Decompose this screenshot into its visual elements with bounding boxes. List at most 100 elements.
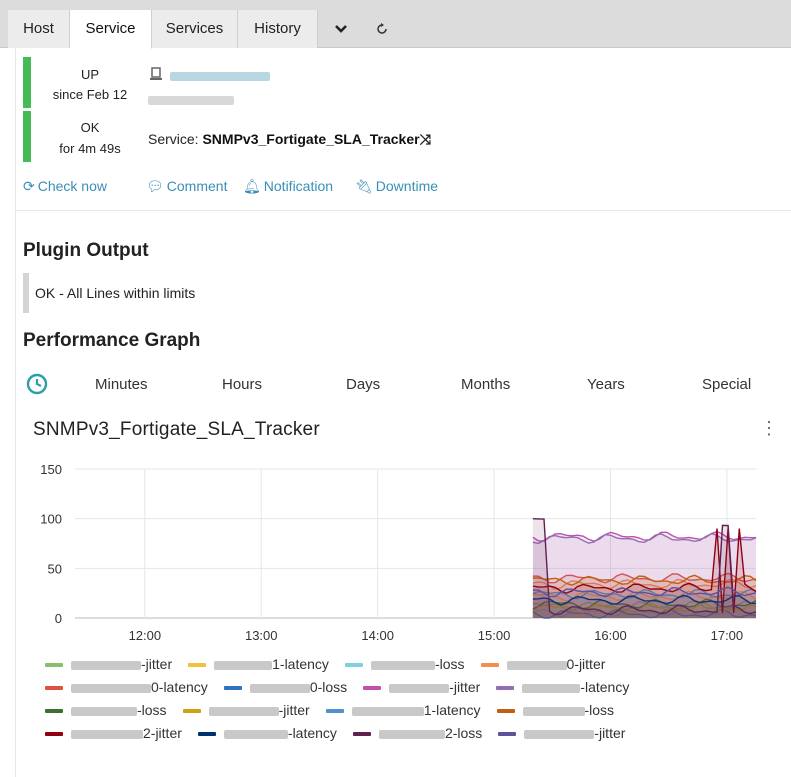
comment-label: Comment (166, 178, 228, 194)
legend-item[interactable]: 1-latency (188, 656, 329, 672)
legend-name-redacted (389, 683, 450, 693)
legend-item[interactable]: -loss (45, 702, 167, 718)
legend-label: -jitter (278, 702, 310, 718)
x-tick-label: 13:00 (245, 628, 278, 643)
chart-title: SNMPv3_Fortigate_SLA_Tracker (33, 419, 320, 440)
y-tick-label: 150 (40, 462, 62, 477)
x-tick-label: 14:00 (361, 628, 394, 643)
range-years[interactable]: Years (587, 376, 625, 393)
y-tick-label: 100 (40, 512, 62, 527)
clock-icon[interactable] (26, 373, 48, 395)
tab-history[interactable]: History (238, 10, 318, 48)
legend-label: 0-loss (309, 679, 348, 695)
plug-icon: 🔌︎ (355, 178, 373, 194)
legend-item[interactable]: -loss (496, 702, 615, 718)
notification-button[interactable]: 🔔︎ Notification (243, 178, 333, 195)
shuffle-icon[interactable]: ⤨ (420, 131, 431, 147)
service-prefix: Service: (148, 131, 199, 147)
legend-label: -loss (434, 656, 465, 672)
host-icon (150, 67, 162, 84)
legend-item[interactable]: -loss (344, 656, 465, 672)
y-tick-label: 50 (48, 561, 62, 576)
legend-label: 1-latency (272, 656, 329, 672)
legend-label: -loss (137, 702, 167, 718)
legend-label: 2-loss (444, 725, 483, 741)
legend-swatch (182, 709, 201, 714)
legend-label: 2-jitter (143, 725, 182, 741)
x-tick-label: 16:00 (594, 628, 627, 643)
downtime-label: Downtime (375, 178, 439, 194)
host-state-since: since Feb 12 (52, 87, 128, 102)
range-special[interactable]: Special (702, 376, 751, 393)
range-hours[interactable]: Hours (222, 376, 262, 393)
legend-swatch (45, 732, 63, 737)
legend-item[interactable]: 1-latency (325, 702, 481, 718)
legend-name-redacted (506, 660, 567, 670)
legend-swatch (325, 709, 344, 714)
downtime-button[interactable]: 🔌︎ Downtime (355, 178, 438, 195)
legend-label: -latency (580, 679, 630, 695)
comment-button[interactable]: 💬︎ Comment (146, 178, 227, 195)
legend-swatch (45, 686, 63, 691)
legend-item[interactable]: -jitter (45, 656, 172, 672)
legend-label: -jitter (449, 679, 481, 695)
legend-item[interactable]: -jitter (363, 679, 480, 695)
legend-name-redacted (214, 660, 273, 670)
legend-item[interactable]: 2-jitter (45, 725, 182, 741)
host-name-redacted[interactable] (170, 68, 270, 86)
x-tick-label: 15:00 (478, 628, 511, 643)
tab-services[interactable]: Services (152, 10, 238, 48)
notification-label: Notification (263, 178, 334, 194)
legend-swatch (496, 686, 515, 691)
chevron-down-icon[interactable] (321, 10, 361, 48)
legend-name-redacted (378, 729, 445, 739)
left-border (15, 48, 16, 777)
plugin-output-text: OK - All Lines within limits (23, 273, 353, 313)
tab-bar: Host Service Services History (0, 0, 791, 49)
legend-name-redacted (71, 683, 151, 693)
legend-name-redacted (71, 660, 141, 670)
legend-item[interactable]: 0-latency (45, 679, 208, 695)
refresh-icon[interactable] (362, 10, 402, 48)
legend-name-redacted (370, 660, 435, 670)
service-state-duration: for 4m 49s (59, 141, 121, 156)
range-days[interactable]: Days (346, 376, 380, 393)
more-options-icon[interactable]: ⋮ (760, 418, 778, 439)
refresh-icon: ⟳ (23, 178, 35, 194)
legend-name-redacted (351, 706, 424, 716)
service-name[interactable]: SNMPv3_Fortigate_SLA_Tracker (202, 131, 419, 147)
legend-label: -loss (584, 702, 615, 718)
check-now-button[interactable]: ⟳ Check now (23, 178, 107, 195)
service-line: Service: SNMPv3_Fortigate_SLA_Tracker⤨ (148, 131, 431, 148)
performance-chart: 0 50 100 150 12:00 13:00 14:00 15:00 16:00 17:00 (40, 462, 757, 643)
legend-swatch (45, 709, 63, 714)
range-minutes[interactable]: Minutes (95, 376, 148, 393)
legend-row: 2-jitter -latency 2-loss -jitter (45, 725, 641, 741)
legend-swatch (197, 732, 216, 737)
legend-label: 1-latency (423, 702, 481, 718)
comment-icon: 💬︎ (146, 178, 164, 194)
legend-item[interactable]: -jitter (182, 702, 310, 718)
host-state-label: UP (80, 67, 100, 82)
legend-item[interactable]: -latency (197, 725, 337, 741)
legend-item[interactable]: -latency (496, 679, 629, 695)
legend-label: 0-jitter (566, 656, 606, 672)
legend-label: -jitter (594, 725, 626, 741)
range-months[interactable]: Months (461, 376, 510, 393)
check-now-label: Check now (37, 178, 107, 194)
legend-label: -jitter (141, 656, 173, 672)
host-state-bar (23, 57, 31, 108)
legend-item[interactable]: -jitter (498, 725, 625, 741)
legend-item[interactable]: 0-jitter (480, 656, 606, 672)
bell-icon: 🔔︎ (243, 178, 261, 194)
tab-host[interactable]: Host (8, 10, 70, 48)
legend-swatch (45, 663, 63, 668)
legend-item[interactable]: 2-loss (352, 725, 483, 741)
x-tick-label: 12:00 (129, 628, 162, 643)
tab-service[interactable]: Service (70, 10, 152, 49)
legend-item[interactable]: 0-loss (223, 679, 348, 695)
plugin-output-heading: Plugin Output (23, 240, 149, 261)
legend-swatch (496, 709, 515, 714)
legend-name-redacted (223, 729, 288, 739)
performance-graph-heading: Performance Graph (23, 330, 201, 351)
